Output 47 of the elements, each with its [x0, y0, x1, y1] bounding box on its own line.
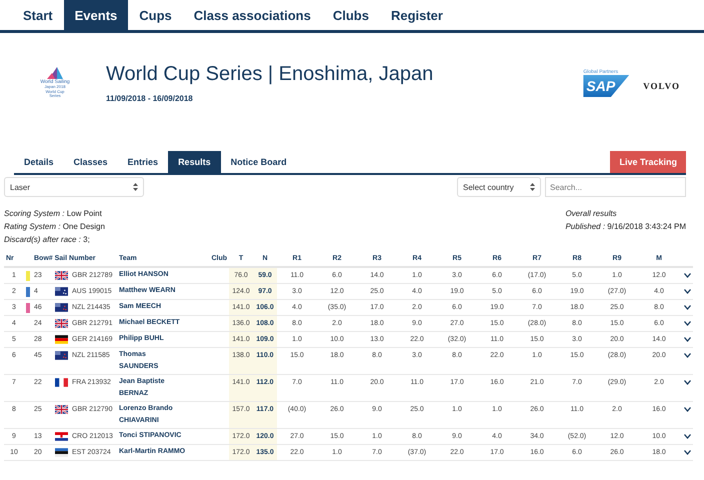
- info-text: Discard(s) after race : 3;: [4, 234, 91, 246]
- chevron-down-icon[interactable]: [684, 305, 690, 310]
- live-tracking-button[interactable]: Live Tracking: [610, 151, 686, 173]
- event-title: World Cup Series | Enoshima, Japan: [106, 63, 434, 86]
- flag-icon: [54, 319, 68, 328]
- info-text: Rating System : One Design: [4, 221, 105, 233]
- nav-item[interactable]: Register: [380, 0, 454, 30]
- flag-icon: [54, 303, 68, 312]
- nav-item[interactable]: Events: [64, 0, 128, 30]
- chevron-down-icon[interactable]: [684, 273, 690, 278]
- flag-icon: [54, 351, 68, 360]
- tab[interactable]: Notice Board: [220, 151, 297, 173]
- chevron-down-icon[interactable]: [684, 289, 690, 294]
- sponsor-logo: VOLVO: [643, 81, 680, 91]
- info-text: Scoring System : Low Point: [4, 208, 103, 220]
- sail-logo-icon: [47, 66, 63, 79]
- caret-icon: [530, 183, 535, 191]
- flag-icon: [54, 432, 68, 441]
- caret-icon: [133, 183, 138, 191]
- chevron-down-icon[interactable]: [684, 353, 690, 358]
- flag-icon: [54, 287, 68, 296]
- chevron-down-icon[interactable]: [684, 407, 690, 412]
- flag-icon: [54, 271, 68, 280]
- class-select[interactable]: Laser: [4, 177, 144, 197]
- flag-icon: [54, 448, 68, 457]
- nav-item[interactable]: Class associations: [182, 0, 322, 30]
- chevron-down-icon[interactable]: [684, 337, 690, 342]
- search-field[interactable]: Search...: [545, 177, 686, 197]
- nav-item[interactable]: Start: [12, 0, 64, 30]
- tab[interactable]: Details: [14, 151, 64, 173]
- nav-item[interactable]: Clubs: [322, 0, 380, 30]
- tab[interactable]: Entries: [118, 151, 168, 173]
- sponsor-logo: SAP: [583, 75, 630, 97]
- flag-icon: [54, 378, 68, 387]
- event-dates: 11/09/2018 - 16/09/2018: [106, 94, 194, 103]
- tab[interactable]: Classes: [64, 151, 118, 173]
- chevron-down-icon[interactable]: [684, 321, 690, 326]
- chevron-down-icon[interactable]: [684, 380, 690, 385]
- flag-icon: [54, 405, 68, 414]
- chevron-down-icon[interactable]: [684, 450, 690, 455]
- nav-item[interactable]: Cups: [128, 0, 183, 30]
- tab[interactable]: Results: [168, 151, 221, 173]
- chevron-down-icon[interactable]: [684, 434, 690, 439]
- info-text: Overall results: [565, 208, 618, 220]
- country-select[interactable]: Select country: [457, 177, 541, 197]
- info-text: Published : 9/16/2018 3:43:24 PM: [565, 221, 686, 233]
- flag-icon: [54, 335, 68, 344]
